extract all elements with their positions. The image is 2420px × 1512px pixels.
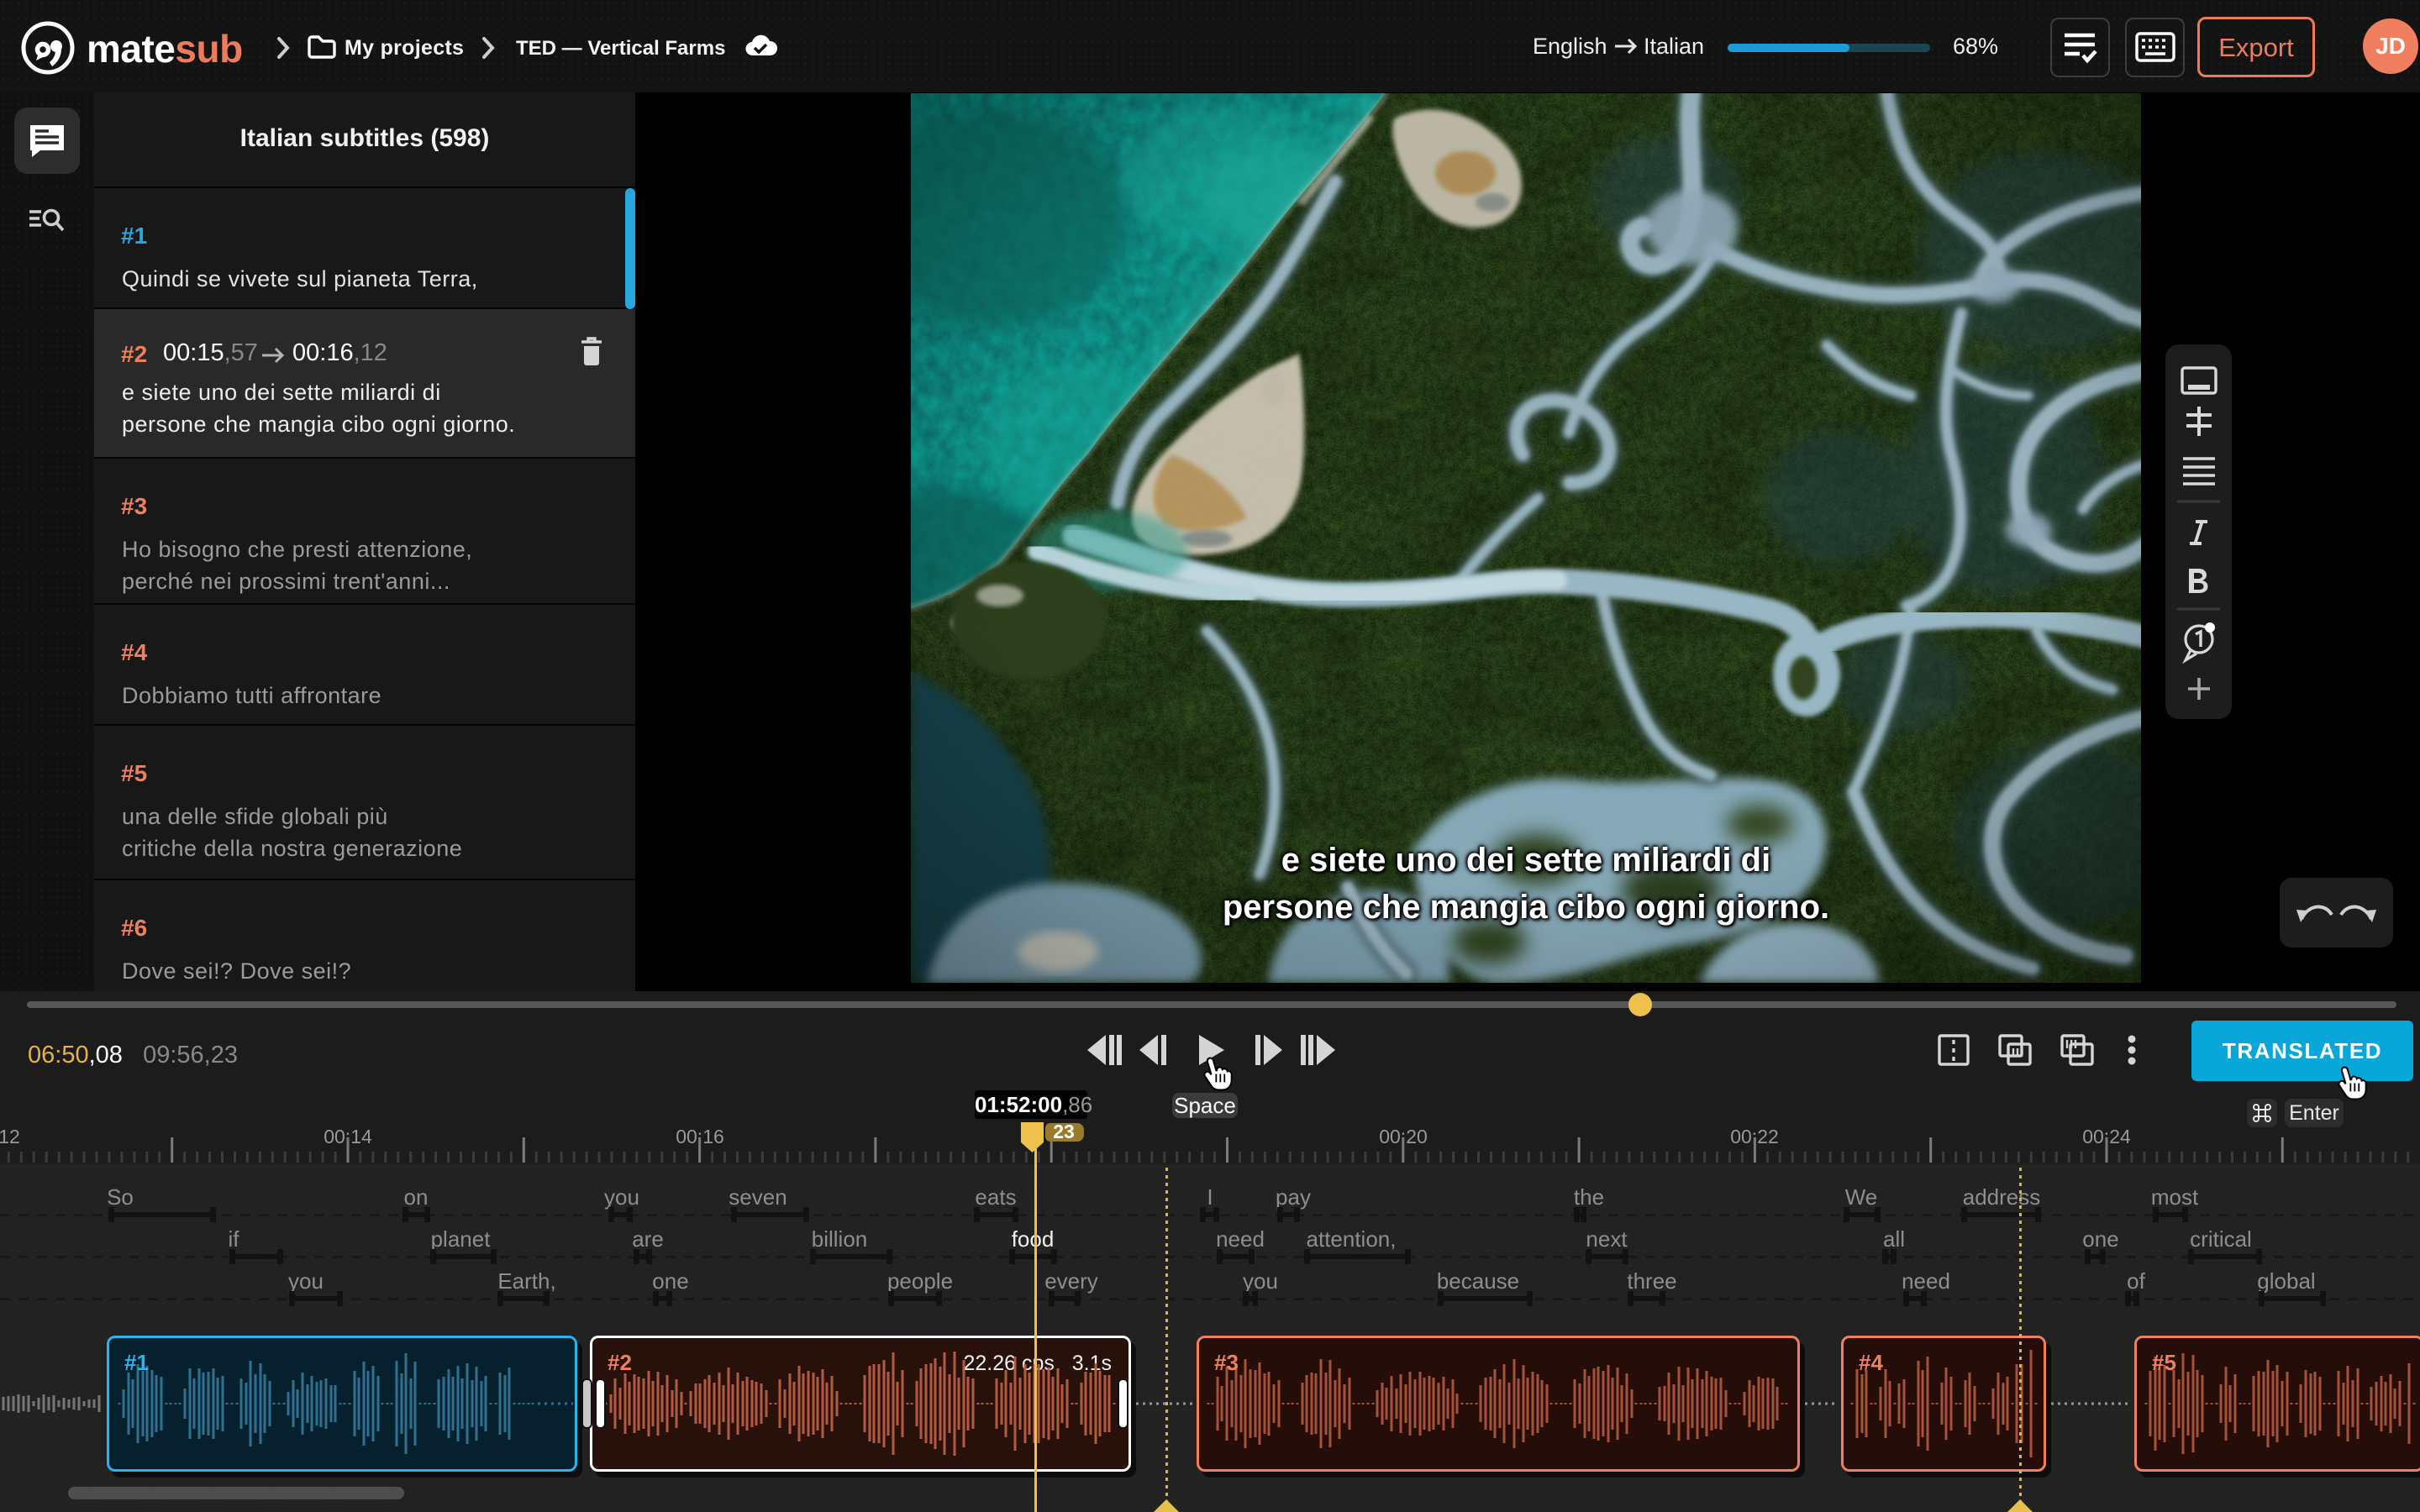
svg-text:23: 23: [1053, 1122, 1075, 1142]
